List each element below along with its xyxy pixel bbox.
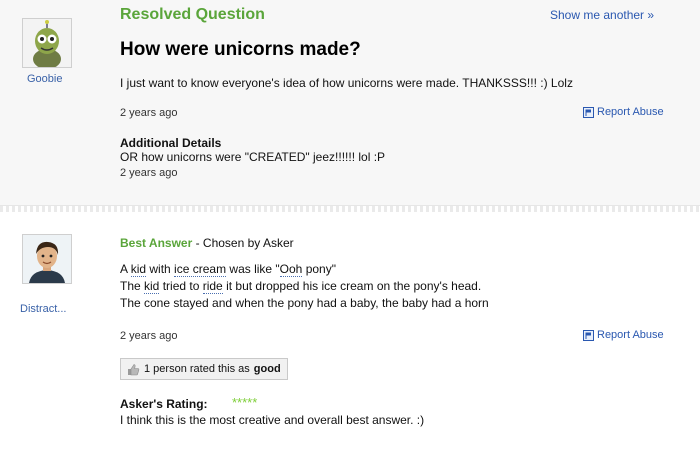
question-report-label: Report Abuse xyxy=(597,106,664,118)
additional-details-body: OR how unicorns were "CREATED" jeez!!!!!… xyxy=(120,150,386,164)
asker-avatar[interactable] xyxy=(22,18,72,68)
question-timestamp: 2 years ago xyxy=(120,107,178,119)
askers-rating-label: Asker's Rating: xyxy=(120,397,208,411)
answerer-name[interactable]: Distract... xyxy=(20,303,66,315)
details-timestamp: 2 years ago xyxy=(120,167,178,179)
show-another-link[interactable]: Show me another » xyxy=(550,8,654,22)
question-body: I just want to know everyone's idea of h… xyxy=(120,76,573,90)
flag-icon xyxy=(583,329,594,341)
keyword-link[interactable]: ride xyxy=(202,279,223,294)
answer-line: A kid with ice cream was like "Ooh pony" xyxy=(120,262,336,277)
answer-report-abuse[interactable]: Report Abuse xyxy=(583,329,664,341)
flag-icon xyxy=(583,106,594,118)
answer-line: The cone stayed and when the pony had a … xyxy=(120,296,489,310)
rated-value: good xyxy=(253,363,281,375)
answer-line: The kid tried to ride it but dropped his… xyxy=(120,279,482,294)
thumbs-up-icon xyxy=(128,363,140,375)
section-divider xyxy=(0,206,700,212)
answer-report-label: Report Abuse xyxy=(597,329,664,341)
asker-name[interactable]: Goobie xyxy=(27,73,62,85)
resolved-status: Resolved Question xyxy=(120,6,265,23)
answer-body: A kid with ice cream was like "Ooh pony"… xyxy=(120,261,489,312)
question-title: How were unicorns made? xyxy=(120,39,361,60)
keyword-link[interactable]: Ooh xyxy=(279,262,303,277)
keyword-link[interactable]: kid xyxy=(130,262,147,277)
question-panel: Goobie Resolved Question Show me another… xyxy=(0,0,700,206)
rated-prefix: 1 person rated this as xyxy=(144,363,250,375)
keyword-link[interactable]: ice cream xyxy=(174,262,227,277)
question-report-abuse[interactable]: Report Abuse xyxy=(583,106,664,118)
chosen-by-text: - Chosen by Asker xyxy=(192,236,294,250)
keyword-link[interactable]: kid xyxy=(144,279,160,294)
person-avatar-icon xyxy=(23,235,71,283)
askers-rating-comment: I think this is the most creative and ov… xyxy=(120,413,425,427)
askers-rating-stars: ***** xyxy=(232,395,258,410)
best-answer-header: Best Answer - Chosen by Asker xyxy=(120,236,294,250)
rated-good-badge[interactable]: 1 person rated this as good xyxy=(120,358,288,380)
alien-avatar-icon xyxy=(23,19,71,67)
answer-timestamp: 2 years ago xyxy=(120,330,178,342)
additional-details-title: Additional Details xyxy=(120,136,222,150)
answerer-avatar[interactable] xyxy=(22,234,72,284)
answer-panel: Distract... xyxy=(0,213,700,435)
best-answer-label: Best Answer xyxy=(120,236,193,250)
